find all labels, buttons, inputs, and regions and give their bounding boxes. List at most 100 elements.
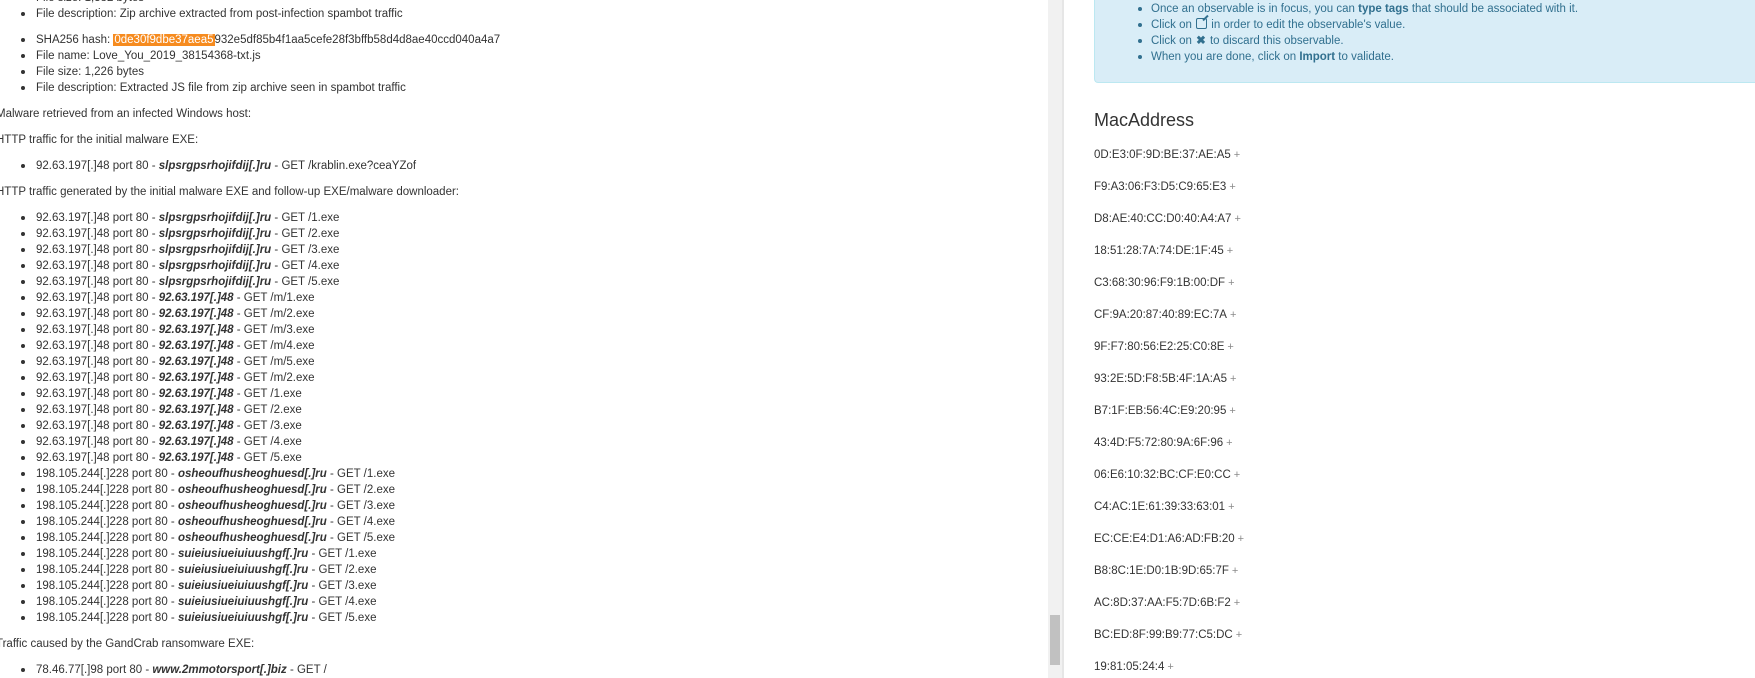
add-tag-plus-icon[interactable]: + [1167,661,1173,673]
traffic-item: 198.105.244[.]228 port 80 - suieiusiueiu… [21,546,1036,562]
traffic-request: - GET /2.exe [271,228,340,240]
traffic-host: slpsrgpsrhojifdij[.]ru [158,160,272,172]
traffic-item: 198.105.244[.]228 port 80 - osheoufhushe… [21,498,1036,514]
macaddress-value: B8:8C:1E:D0:1B:9D:65:7F [1094,565,1229,577]
traffic-request: - GET /2.exe [308,564,377,576]
add-tag-plus-icon[interactable]: + [1228,277,1234,289]
macaddress-value: 9F:F7:80:56:E2:25:C0:8E [1094,341,1225,353]
file-details-list-1: File size: 1,382 bytesFile description: … [0,0,1036,22]
traffic-ip-port: 92.63.197[.]48 port 80 - [36,324,159,336]
add-tag-plus-icon[interactable]: + [1227,245,1233,257]
add-tag-plus-icon[interactable]: + [1230,373,1236,385]
traffic-ip-port: 92.63.197[.]48 port 80 - [36,388,159,400]
traffic-item: 198.105.244[.]228 port 80 - osheoufhushe… [21,482,1036,498]
traffic-host: suieiusiueiuiuushgf[.]ru [177,548,309,560]
traffic-request: - GET /m/5.exe [233,356,315,368]
add-tag-plus-icon[interactable]: + [1229,181,1235,193]
traffic-request: - GET /1.exe [308,548,377,560]
add-tag-plus-icon[interactable]: + [1234,597,1240,609]
traffic-ip-port: 92.63.197[.]48 port 80 - [36,356,159,368]
traffic-ip-port: 198.105.244[.]228 port 80 - [36,484,178,496]
add-tag-plus-icon[interactable]: + [1230,309,1236,321]
traffic-item: 198.105.244[.]228 port 80 - suieiusiueiu… [21,610,1036,626]
macaddress-value: 0D:E3:0F:9D:BE:37:AE:A5 [1094,149,1231,161]
macaddress-item: 9F:F7:80:56:E2:25:C0:8E + [1094,339,1244,371]
traffic-item: 92.63.197[.]48 port 80 - 92.63.197[.]48 … [21,290,1036,306]
report-scrollbar[interactable] [1048,0,1062,678]
traffic-item: 92.63.197[.]48 port 80 - slpsrgpsrhojifd… [21,274,1036,290]
macaddress-item: 0D:E3:0F:9D:BE:37:AE:A5 + [1094,147,1244,179]
add-tag-plus-icon[interactable]: + [1238,533,1244,545]
traffic-ip-port: 198.105.244[.]228 port 80 - [36,548,178,560]
file-detail-item: File size: 1,226 bytes [21,64,1036,80]
add-tag-plus-icon[interactable]: + [1236,629,1242,641]
traffic-item: 92.63.197[.]48 port 80 - slpsrgpsrhojifd… [21,210,1036,226]
traffic-item: 198.105.244[.]228 port 80 - osheoufhushe… [21,530,1036,546]
traffic-item: 92.63.197[.]48 port 80 - slpsrgpsrhojifd… [21,242,1036,258]
traffic-item: 198.105.244[.]228 port 80 - suieiusiueiu… [21,594,1036,610]
macaddress-value: 18:51:28:7A:74:DE:1F:45 [1094,245,1224,257]
macaddress-value: F9:A3:06:F3:D5:C9:65:E3 [1094,181,1227,193]
traffic-item: 92.63.197[.]48 port 80 - slpsrgpsrhojifd… [21,158,1036,174]
add-tag-plus-icon[interactable]: + [1226,437,1232,449]
traffic-host: 92.63.197[.]48 [158,340,234,352]
http-followup-heading: HTTP traffic generated by the initial ma… [0,186,459,198]
traffic-item: 92.63.197[.]48 port 80 - 92.63.197[.]48 … [21,322,1036,338]
macaddress-list: 0D:E3:0F:9D:BE:37:AE:A5 + F9:A3:06:F3:D5:C… [1094,147,1244,678]
traffic-ip-port: 198.105.244[.]228 port 80 - [36,564,178,576]
add-tag-plus-icon[interactable]: + [1234,213,1240,225]
import-help-list: Once an observable is in focus, you can … [1095,0,1755,65]
traffic-host: 92.63.197[.]48 [158,420,234,432]
traffic-host: osheoufhusheoghuesd[.]ru [177,468,327,480]
traffic-ip-port: 92.63.197[.]48 port 80 - [36,308,159,320]
traffic-request: - GET /m/4.exe [233,340,315,352]
traffic-request: - GET /m/3.exe [233,324,315,336]
traffic-request: - GET /1.exe [271,212,340,224]
sha256-search-highlight: 0de30f9dbe37aea5 [113,34,215,46]
traffic-request: - GET /2.exe [233,404,302,416]
macaddress-value: EC:CE:E4:D1:A6:AD:FB:20 [1094,533,1235,545]
traffic-host: suieiusiueiuiuushgf[.]ru [177,596,309,608]
traffic-request: - GET /5.exe [326,532,395,544]
add-tag-plus-icon[interactable]: + [1229,405,1235,417]
traffic-ip-port: 198.105.244[.]228 port 80 - [36,612,178,624]
traffic-request: - GET / [286,664,327,676]
traffic-ip-port: 92.63.197[.]48 port 80 - [36,372,159,384]
macaddress-item: C3:68:30:96:F9:1B:00:DF + [1094,275,1244,307]
traffic-host: 92.63.197[.]48 [158,436,234,448]
traffic-item: 92.63.197[.]48 port 80 - 92.63.197[.]48 … [21,402,1036,418]
help-line-tags: Once an observable is in focus, you can … [1138,1,1755,17]
add-tag-plus-icon[interactable]: + [1228,501,1234,513]
traffic-host: osheoufhusheoghuesd[.]ru [177,516,327,528]
macaddress-item: AC:8D:37:AA:F5:7D:6B:F2 + [1094,595,1244,627]
traffic-host: slpsrgpsrhojifdij[.]ru [158,276,272,288]
add-tag-plus-icon[interactable]: + [1234,149,1240,161]
traffic-ip-port: 92.63.197[.]48 port 80 - [36,160,159,172]
macaddress-section-title: MacAddress [1094,110,1195,130]
traffic-ip-port: 92.63.197[.]48 port 80 - [36,340,159,352]
add-tag-plus-icon[interactable]: + [1234,469,1240,481]
report-pane: File size: 1,382 bytesFile description: … [0,0,1048,678]
report-scrollbar-thumb[interactable] [1050,615,1060,665]
traffic-item: 92.63.197[.]48 port 80 - slpsrgpsrhojifd… [21,258,1036,274]
traffic-host: suieiusiueiuiuushgf[.]ru [177,564,309,576]
traffic-ip-port: 92.63.197[.]48 port 80 - [36,276,159,288]
traffic-request: - GET /3.exe [308,580,377,592]
macaddress-item: 18:51:28:7A:74:DE:1F:45 + [1094,243,1244,275]
macaddress-item: BC:ED:8F:99:B9:77:C5:DC + [1094,627,1244,659]
macaddress-item: 06:E6:10:32:BC:CF:E0:CC + [1094,467,1244,499]
macaddress-item: C4:AC:1E:61:39:33:63:01 + [1094,499,1244,531]
traffic-ip-port: 92.63.197[.]48 port 80 - [36,420,159,432]
macaddress-item: 19:81:05:24:4 + [1094,659,1244,678]
traffic-request: - GET /5.exe [233,452,302,464]
traffic-ip-port: 92.63.197[.]48 port 80 - [36,404,159,416]
macaddress-item: 93:2E:5D:F8:5B:4F:1A:A5 + [1094,371,1244,403]
macaddress-value: C4:AC:1E:61:39:33:63:01 [1094,501,1226,513]
traffic-ip-port: 198.105.244[.]228 port 80 - [36,580,178,592]
add-tag-plus-icon[interactable]: + [1232,565,1238,577]
edit-icon [1196,18,1208,29]
macaddress-item: D8:AE:40:CC:D0:40:A4:A7 + [1094,211,1244,243]
add-tag-plus-icon[interactable]: + [1227,341,1233,353]
file-detail-item: File description: Zip archive extracted … [21,6,1036,22]
traffic-request: - GET /m/2.exe [233,308,315,320]
